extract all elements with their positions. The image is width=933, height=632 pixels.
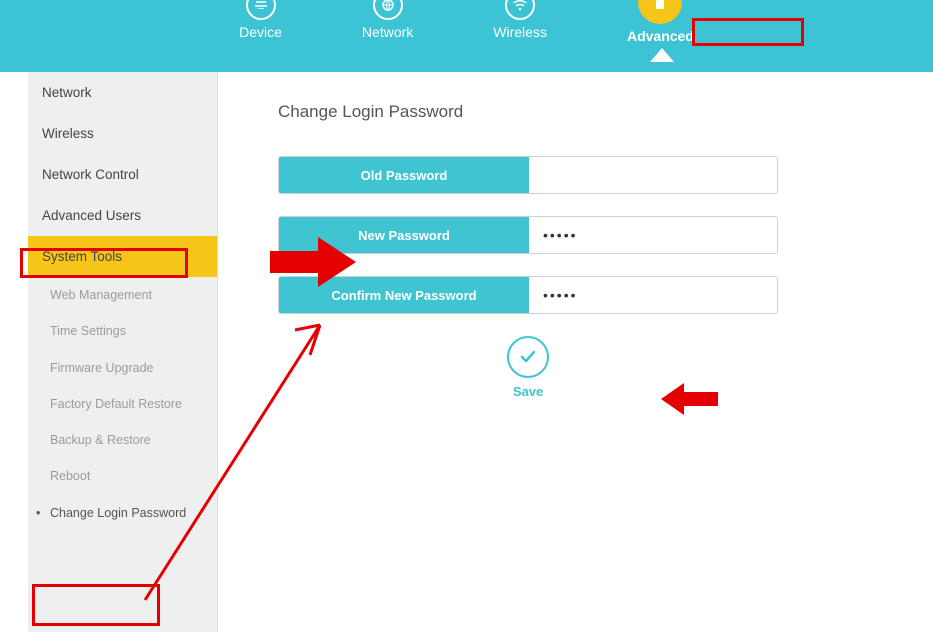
network-icon (373, 0, 403, 20)
sidebar-sub-time-settings[interactable]: Time Settings (28, 313, 217, 349)
page-title: Change Login Password (278, 102, 893, 122)
sidebar-sub-change-login-password[interactable]: Change Login Password (28, 495, 217, 531)
save-label: Save (513, 384, 543, 399)
sidebar-item-network[interactable]: Network (28, 72, 217, 113)
check-icon (517, 346, 539, 368)
tab-network[interactable]: Network (362, 0, 413, 40)
label-old-password: Old Password (279, 157, 529, 193)
tab-label: Wireless (493, 24, 547, 40)
sidebar-sub-web-management[interactable]: Web Management (28, 277, 217, 313)
tab-device[interactable]: Device (239, 0, 282, 40)
tab-wireless[interactable]: Wireless (493, 0, 547, 40)
main-content: Change Login Password Old Password New P… (218, 72, 933, 632)
sidebar: Network Wireless Network Control Advance… (28, 72, 218, 632)
sidebar-item-wireless[interactable]: Wireless (28, 113, 217, 154)
top-nav: Device Network Wireless Advanced (0, 0, 933, 72)
tab-label: Network (362, 24, 413, 40)
wireless-icon (505, 0, 535, 20)
label-confirm-password: Confirm New Password (279, 277, 529, 313)
sidebar-sub-factory-restore[interactable]: Factory Default Restore (28, 386, 217, 422)
field-confirm-password: Confirm New Password (278, 276, 778, 314)
input-old-password[interactable] (529, 157, 777, 193)
sidebar-sub-backup-restore[interactable]: Backup & Restore (28, 422, 217, 458)
tab-label: Advanced (627, 28, 694, 44)
sidebar-sub-firmware-upgrade[interactable]: Firmware Upgrade (28, 350, 217, 386)
sidebar-item-network-control[interactable]: Network Control (28, 154, 217, 195)
annotation-highlight-advanced (692, 18, 804, 46)
input-new-password[interactable] (529, 217, 777, 253)
input-confirm-password[interactable] (529, 277, 777, 313)
active-tab-indicator (650, 48, 674, 62)
field-old-password: Old Password (278, 156, 778, 194)
sidebar-sub-reboot[interactable]: Reboot (28, 458, 217, 494)
sidebar-item-system-tools[interactable]: System Tools (28, 236, 217, 277)
label-new-password: New Password (279, 217, 529, 253)
field-new-password: New Password (278, 216, 778, 254)
sidebar-item-advanced-users[interactable]: Advanced Users (28, 195, 217, 236)
save-control: Save (278, 336, 778, 399)
tab-advanced[interactable]: Advanced (627, 0, 694, 44)
advanced-icon (638, 0, 682, 24)
save-button[interactable] (507, 336, 549, 378)
device-icon (246, 0, 276, 20)
tab-label: Device (239, 24, 282, 40)
